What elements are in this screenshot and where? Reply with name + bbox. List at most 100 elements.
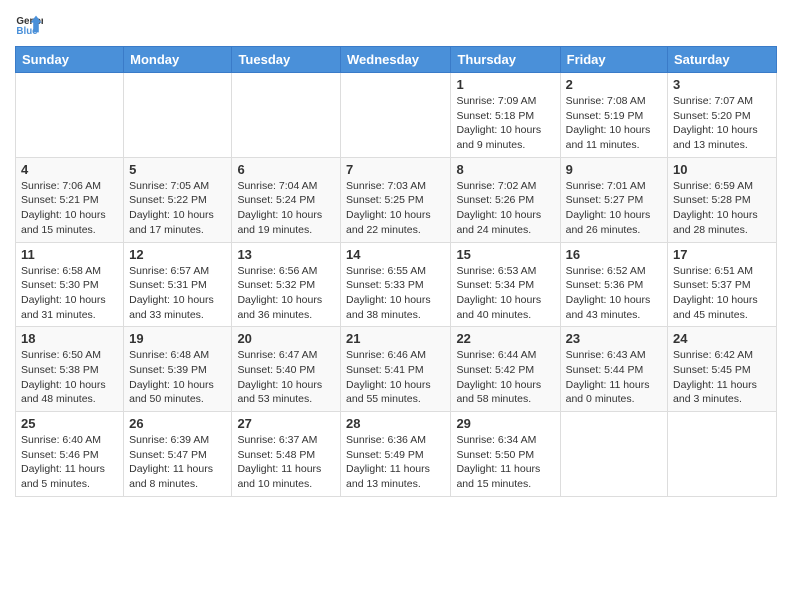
week-row-1: 1 Sunrise: 7:09 AM Sunset: 5:18 PM Daylig… bbox=[16, 73, 777, 158]
week-row-4: 18 Sunrise: 6:50 AM Sunset: 5:38 PM Dayli… bbox=[16, 327, 777, 412]
calendar-cell: 13 Sunrise: 6:56 AM Sunset: 5:32 PM Dayli… bbox=[232, 242, 341, 327]
calendar-cell bbox=[341, 73, 451, 158]
day-number: 25 bbox=[21, 416, 118, 431]
calendar-cell: 9 Sunrise: 7:01 AM Sunset: 5:27 PM Daylig… bbox=[560, 157, 667, 242]
calendar-cell: 27 Sunrise: 6:37 AM Sunset: 5:48 PM Dayli… bbox=[232, 412, 341, 497]
calendar-cell: 21 Sunrise: 6:46 AM Sunset: 5:41 PM Dayli… bbox=[341, 327, 451, 412]
calendar-cell: 7 Sunrise: 7:03 AM Sunset: 5:25 PM Daylig… bbox=[341, 157, 451, 242]
day-number: 18 bbox=[21, 331, 118, 346]
day-number: 3 bbox=[673, 77, 771, 92]
calendar-cell: 26 Sunrise: 6:39 AM Sunset: 5:47 PM Dayli… bbox=[124, 412, 232, 497]
day-number: 4 bbox=[21, 162, 118, 177]
day-info: Sunrise: 7:03 AM Sunset: 5:25 PM Dayligh… bbox=[346, 179, 445, 238]
calendar-cell: 14 Sunrise: 6:55 AM Sunset: 5:33 PM Dayli… bbox=[341, 242, 451, 327]
weekday-header-row: SundayMondayTuesdayWednesdayThursdayFrid… bbox=[16, 47, 777, 73]
calendar-cell: 22 Sunrise: 6:44 AM Sunset: 5:42 PM Dayli… bbox=[451, 327, 560, 412]
weekday-header-wednesday: Wednesday bbox=[341, 47, 451, 73]
calendar-cell bbox=[232, 73, 341, 158]
day-info: Sunrise: 7:07 AM Sunset: 5:20 PM Dayligh… bbox=[673, 94, 771, 153]
day-info: Sunrise: 6:51 AM Sunset: 5:37 PM Dayligh… bbox=[673, 264, 771, 323]
day-number: 13 bbox=[237, 247, 335, 262]
calendar-cell: 6Sunrise: 7:04 AM Sunset: 5:24 PM Daylig… bbox=[232, 157, 341, 242]
day-number: 27 bbox=[237, 416, 335, 431]
week-row-2: 4 Sunrise: 7:06 AM Sunset: 5:21 PM Daylig… bbox=[16, 157, 777, 242]
calendar-cell: 28 Sunrise: 6:36 AM Sunset: 5:49 PM Dayli… bbox=[341, 412, 451, 497]
day-info: Sunrise: 7:06 AM Sunset: 5:21 PM Dayligh… bbox=[21, 179, 118, 238]
day-number: 19 bbox=[129, 331, 226, 346]
day-info: Sunrise: 6:48 AM Sunset: 5:39 PM Dayligh… bbox=[129, 348, 226, 407]
day-number: 14 bbox=[346, 247, 445, 262]
day-info: Sunrise: 7:02 AM Sunset: 5:26 PM Dayligh… bbox=[456, 179, 554, 238]
day-number: 22 bbox=[456, 331, 554, 346]
calendar-cell: 18 Sunrise: 6:50 AM Sunset: 5:38 PM Dayli… bbox=[16, 327, 124, 412]
calendar-cell: 19 Sunrise: 6:48 AM Sunset: 5:39 PM Dayli… bbox=[124, 327, 232, 412]
calendar-cell: 16Sunrise: 6:52 AM Sunset: 5:36 PM Dayli… bbox=[560, 242, 667, 327]
day-info: Sunrise: 6:40 AM Sunset: 5:46 PM Dayligh… bbox=[21, 433, 118, 492]
calendar-body: 1 Sunrise: 7:09 AM Sunset: 5:18 PM Daylig… bbox=[16, 73, 777, 497]
day-info: Sunrise: 6:36 AM Sunset: 5:49 PM Dayligh… bbox=[346, 433, 445, 492]
day-number: 12 bbox=[129, 247, 226, 262]
day-number: 26 bbox=[129, 416, 226, 431]
day-number: 21 bbox=[346, 331, 445, 346]
calendar-cell: 11Sunrise: 6:58 AM Sunset: 5:30 PM Dayli… bbox=[16, 242, 124, 327]
calendar-cell: 8 Sunrise: 7:02 AM Sunset: 5:26 PM Daylig… bbox=[451, 157, 560, 242]
calendar-cell: 25 Sunrise: 6:40 AM Sunset: 5:46 PM Dayli… bbox=[16, 412, 124, 497]
day-number: 28 bbox=[346, 416, 445, 431]
day-info: Sunrise: 6:34 AM Sunset: 5:50 PM Dayligh… bbox=[456, 433, 554, 492]
day-number: 24 bbox=[673, 331, 771, 346]
day-info: Sunrise: 6:57 AM Sunset: 5:31 PM Dayligh… bbox=[129, 264, 226, 323]
weekday-header-monday: Monday bbox=[124, 47, 232, 73]
day-info: Sunrise: 6:55 AM Sunset: 5:33 PM Dayligh… bbox=[346, 264, 445, 323]
calendar-cell: 20Sunrise: 6:47 AM Sunset: 5:40 PM Dayli… bbox=[232, 327, 341, 412]
weekday-header-sunday: Sunday bbox=[16, 47, 124, 73]
day-info: Sunrise: 6:50 AM Sunset: 5:38 PM Dayligh… bbox=[21, 348, 118, 407]
day-info: Sunrise: 6:39 AM Sunset: 5:47 PM Dayligh… bbox=[129, 433, 226, 492]
calendar-cell bbox=[560, 412, 667, 497]
calendar-cell: 15 Sunrise: 6:53 AM Sunset: 5:34 PM Dayli… bbox=[451, 242, 560, 327]
calendar-cell: 24 Sunrise: 6:42 AM Sunset: 5:45 PM Dayli… bbox=[668, 327, 777, 412]
calendar-cell: 2 Sunrise: 7:08 AM Sunset: 5:19 PM Daylig… bbox=[560, 73, 667, 158]
calendar-cell bbox=[124, 73, 232, 158]
day-info: Sunrise: 6:44 AM Sunset: 5:42 PM Dayligh… bbox=[456, 348, 554, 407]
calendar-cell bbox=[16, 73, 124, 158]
day-info: Sunrise: 7:09 AM Sunset: 5:18 PM Dayligh… bbox=[456, 94, 554, 153]
day-info: Sunrise: 7:01 AM Sunset: 5:27 PM Dayligh… bbox=[566, 179, 662, 238]
day-number: 15 bbox=[456, 247, 554, 262]
calendar-cell: 12 Sunrise: 6:57 AM Sunset: 5:31 PM Dayli… bbox=[124, 242, 232, 327]
calendar-cell: 1 Sunrise: 7:09 AM Sunset: 5:18 PM Daylig… bbox=[451, 73, 560, 158]
day-number: 10 bbox=[673, 162, 771, 177]
weekday-header-friday: Friday bbox=[560, 47, 667, 73]
day-number: 23 bbox=[566, 331, 662, 346]
day-info: Sunrise: 6:37 AM Sunset: 5:48 PM Dayligh… bbox=[237, 433, 335, 492]
day-info: Sunrise: 7:05 AM Sunset: 5:22 PM Dayligh… bbox=[129, 179, 226, 238]
day-info: Sunrise: 6:53 AM Sunset: 5:34 PM Dayligh… bbox=[456, 264, 554, 323]
weekday-header-tuesday: Tuesday bbox=[232, 47, 341, 73]
day-number: 2 bbox=[566, 77, 662, 92]
day-info: Sunrise: 6:46 AM Sunset: 5:41 PM Dayligh… bbox=[346, 348, 445, 407]
day-info: Sunrise: 6:47 AM Sunset: 5:40 PM Dayligh… bbox=[237, 348, 335, 407]
weekday-header-saturday: Saturday bbox=[668, 47, 777, 73]
day-info: Sunrise: 7:08 AM Sunset: 5:19 PM Dayligh… bbox=[566, 94, 662, 153]
day-info: Sunrise: 6:56 AM Sunset: 5:32 PM Dayligh… bbox=[237, 264, 335, 323]
day-number: 29 bbox=[456, 416, 554, 431]
day-number: 8 bbox=[456, 162, 554, 177]
calendar-cell: 3 Sunrise: 7:07 AM Sunset: 5:20 PM Daylig… bbox=[668, 73, 777, 158]
header: General Blue bbox=[15, 10, 777, 38]
day-info: Sunrise: 7:04 AM Sunset: 5:24 PM Dayligh… bbox=[237, 179, 335, 238]
calendar-cell: 10 Sunrise: 6:59 AM Sunset: 5:28 PM Dayli… bbox=[668, 157, 777, 242]
calendar-cell: 23 Sunrise: 6:43 AM Sunset: 5:44 PM Dayli… bbox=[560, 327, 667, 412]
day-number: 1 bbox=[456, 77, 554, 92]
day-info: Sunrise: 6:42 AM Sunset: 5:45 PM Dayligh… bbox=[673, 348, 771, 407]
logo-icon: General Blue bbox=[15, 10, 43, 38]
day-info: Sunrise: 6:59 AM Sunset: 5:28 PM Dayligh… bbox=[673, 179, 771, 238]
week-row-3: 11Sunrise: 6:58 AM Sunset: 5:30 PM Dayli… bbox=[16, 242, 777, 327]
day-number: 9 bbox=[566, 162, 662, 177]
day-number: 11 bbox=[21, 247, 118, 262]
day-number: 5 bbox=[129, 162, 226, 177]
day-info: Sunrise: 6:43 AM Sunset: 5:44 PM Dayligh… bbox=[566, 348, 662, 407]
day-number: 7 bbox=[346, 162, 445, 177]
calendar-cell: 29 Sunrise: 6:34 AM Sunset: 5:50 PM Dayli… bbox=[451, 412, 560, 497]
weekday-header-thursday: Thursday bbox=[451, 47, 560, 73]
day-number: 17 bbox=[673, 247, 771, 262]
calendar-cell: 17 Sunrise: 6:51 AM Sunset: 5:37 PM Dayli… bbox=[668, 242, 777, 327]
